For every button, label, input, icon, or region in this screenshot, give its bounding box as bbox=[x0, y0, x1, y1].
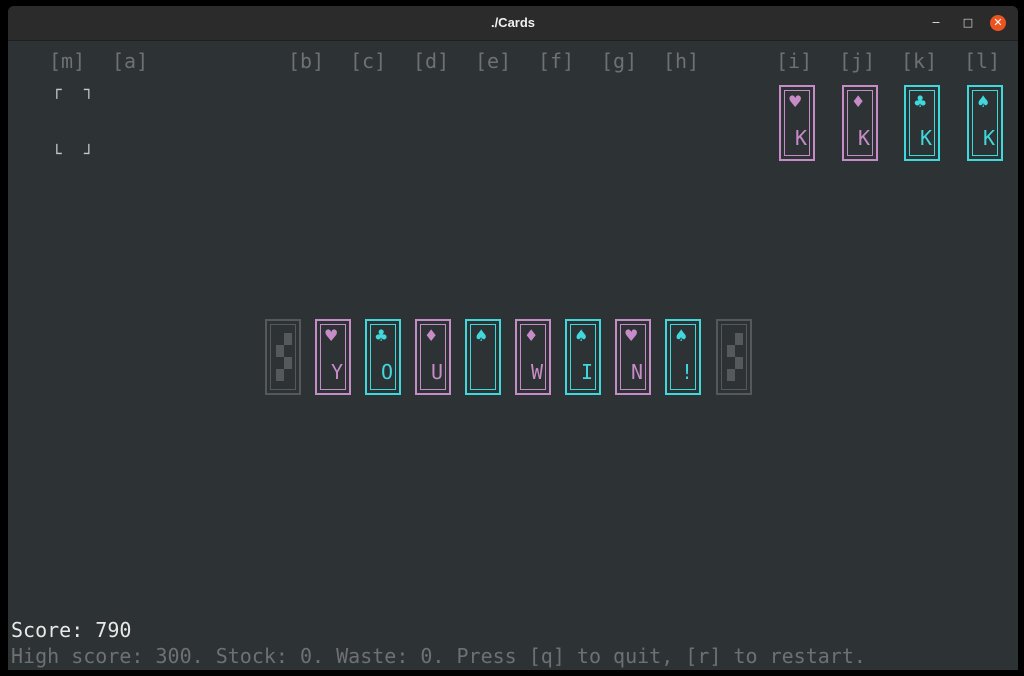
close-icon[interactable]: ✕ bbox=[990, 15, 1006, 31]
corner-bottom-right: ┘ bbox=[84, 144, 94, 163]
pile-label-l: [l] bbox=[964, 49, 1001, 73]
card-back-left bbox=[265, 319, 301, 395]
title-bar: ./Cards ‒ □ ✕ bbox=[8, 6, 1018, 41]
corner-bottom-left: └ bbox=[52, 144, 62, 163]
card-letter: O bbox=[380, 360, 393, 384]
card-letter: W bbox=[530, 360, 543, 384]
pile-label-a: [a] bbox=[112, 49, 149, 73]
win-card: ♥ N bbox=[615, 319, 651, 395]
pile-label-j: [j] bbox=[839, 49, 876, 73]
heart-icon: ♥ bbox=[788, 92, 803, 111]
win-card: ♦ W bbox=[515, 319, 551, 395]
club-icon: ♣ bbox=[374, 326, 389, 345]
diamond-icon: ♦ bbox=[424, 326, 439, 345]
minimize-icon[interactable]: ‒ bbox=[928, 15, 944, 31]
card-rank: K bbox=[857, 126, 870, 150]
pile-label-i: [i] bbox=[776, 49, 813, 73]
maximize-icon[interactable]: □ bbox=[960, 15, 976, 31]
foundation-card-clubs[interactable]: ♣ K bbox=[904, 85, 940, 161]
window-title: ./Cards bbox=[490, 15, 536, 30]
card-back-pattern bbox=[276, 333, 292, 381]
heart-icon: ♥ bbox=[624, 326, 639, 345]
score-text: Score: 790 bbox=[11, 618, 132, 642]
card-letter: Y bbox=[330, 360, 343, 384]
win-card: ♠ I bbox=[565, 319, 601, 395]
win-card: ♠ ! bbox=[665, 319, 701, 395]
heart-icon: ♥ bbox=[324, 326, 339, 345]
card-rank: K bbox=[794, 126, 807, 150]
card-letter: I bbox=[580, 360, 593, 384]
pile-label-m: [m] bbox=[49, 49, 86, 73]
card-letter: N bbox=[630, 360, 643, 384]
pile-label-h: [h] bbox=[663, 49, 700, 73]
corner-top-left: ┌ bbox=[52, 80, 62, 99]
card-back-right bbox=[716, 319, 752, 395]
club-icon: ♣ bbox=[913, 92, 928, 111]
diamond-icon: ♦ bbox=[851, 92, 866, 111]
corner-top-right: ┐ bbox=[84, 80, 94, 99]
win-card: ♣ O bbox=[365, 319, 401, 395]
diamond-icon: ♦ bbox=[524, 326, 539, 345]
pile-label-d: [d] bbox=[413, 49, 450, 73]
spade-icon: ♠ bbox=[674, 326, 689, 345]
card-letter: U bbox=[430, 360, 443, 384]
pile-label-g: [g] bbox=[601, 49, 638, 73]
pile-label-e: [e] bbox=[475, 49, 512, 73]
pile-label-c: [c] bbox=[350, 49, 387, 73]
win-card: ♦ U bbox=[415, 319, 451, 395]
spade-icon: ♠ bbox=[976, 92, 991, 111]
spade-icon: ♠ bbox=[474, 326, 489, 345]
pile-label-k: [k] bbox=[901, 49, 938, 73]
foundation-card-spades[interactable]: ♠ K bbox=[967, 85, 1003, 161]
foundation-card-hearts[interactable]: ♥ K bbox=[779, 85, 815, 161]
card-letter: ! bbox=[680, 360, 693, 384]
card-rank: K bbox=[982, 126, 995, 150]
status-line: High score: 300. Stock: 0. Waste: 0. Pre… bbox=[11, 644, 866, 668]
game-area: [m] [a] [b] [c] [d] [e] [f] [g] [h] [i] … bbox=[8, 40, 1018, 670]
foundation-card-diamonds[interactable]: ♦ K bbox=[842, 85, 878, 161]
card-back-pattern bbox=[727, 333, 743, 381]
win-card: ♥ Y bbox=[315, 319, 351, 395]
win-card: ♠ bbox=[465, 319, 501, 395]
pile-label-b: [b] bbox=[288, 49, 325, 73]
card-rank: K bbox=[919, 126, 932, 150]
spade-icon: ♠ bbox=[574, 326, 589, 345]
pile-label-f: [f] bbox=[538, 49, 575, 73]
terminal-window: ./Cards ‒ □ ✕ [m] [a] [b] [c] [d] [e] [f… bbox=[8, 6, 1018, 670]
